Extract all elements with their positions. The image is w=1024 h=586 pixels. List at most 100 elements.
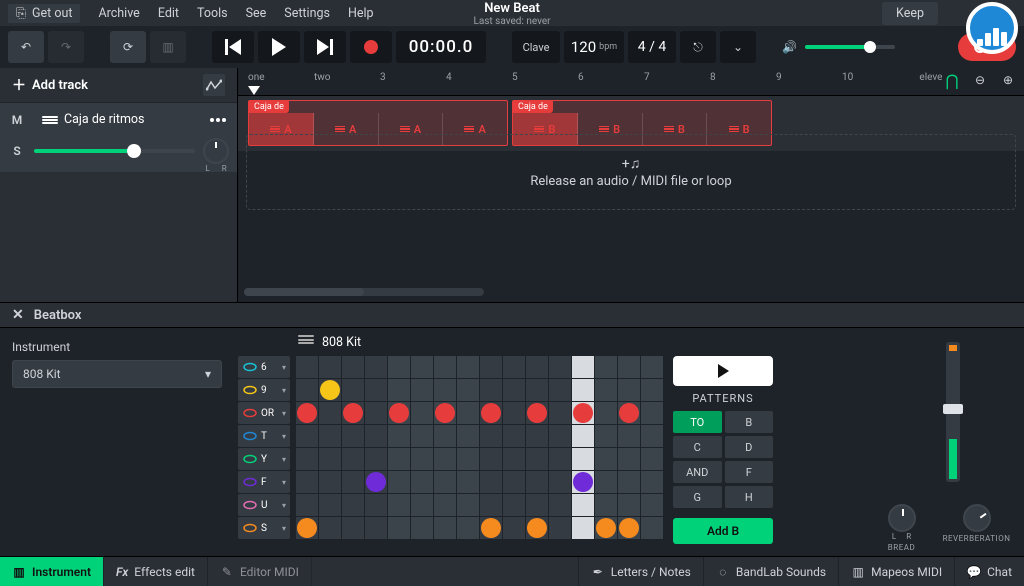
beat-cell[interactable] <box>526 448 548 470</box>
beat-cell[interactable] <box>342 356 364 378</box>
mute-button[interactable]: M <box>8 113 26 127</box>
beat-cell[interactable] <box>319 379 341 401</box>
tempo-tool-button[interactable]: ⎋ <box>680 31 716 63</box>
beat-cell[interactable] <box>342 517 364 539</box>
track-volume-slider[interactable] <box>34 149 195 153</box>
pattern-button[interactable]: TO <box>673 411 722 433</box>
beat-cell[interactable] <box>595 517 617 539</box>
beat-cell[interactable] <box>296 517 318 539</box>
tab-effects[interactable]: Fx Effects edit <box>104 557 208 586</box>
beat-cell[interactable] <box>549 402 571 424</box>
beat-cell[interactable] <box>503 517 525 539</box>
beat-cell[interactable] <box>618 402 640 424</box>
menu-item-edit[interactable]: Edit <box>158 6 179 21</box>
beat-cell[interactable] <box>526 356 548 378</box>
beat-cell[interactable] <box>411 471 433 493</box>
skip-back-button[interactable] <box>212 31 254 63</box>
beat-cell[interactable] <box>388 448 410 470</box>
beat-row-head[interactable]: T▾ <box>238 425 290 447</box>
beat-cell[interactable] <box>434 379 456 401</box>
beat-cell[interactable] <box>434 425 456 447</box>
beat-cell[interactable] <box>572 356 594 378</box>
dropzone[interactable]: +♫ Release an audio / MIDI file or loop <box>246 134 1016 210</box>
zoom-in-button[interactable]: ⊕ <box>998 70 1018 90</box>
beat-cell[interactable] <box>342 471 364 493</box>
beat-cell[interactable] <box>595 494 617 516</box>
beat-cell[interactable] <box>503 494 525 516</box>
beat-cell[interactable] <box>388 402 410 424</box>
beat-cell[interactable] <box>457 379 479 401</box>
midi-map-button[interactable]: ▥ Mapeos MIDI <box>838 557 954 586</box>
beat-cell[interactable] <box>595 356 617 378</box>
pattern-button[interactable]: D <box>725 436 774 458</box>
logo-icon[interactable] <box>966 2 1018 54</box>
beat-cell[interactable] <box>388 494 410 516</box>
beat-cell[interactable] <box>549 356 571 378</box>
beat-cell[interactable] <box>319 494 341 516</box>
snap-button[interactable]: ⋂ <box>942 70 962 90</box>
row-dropdown-icon[interactable]: ▾ <box>282 455 286 464</box>
timeline-hscroll[interactable] <box>244 288 484 296</box>
row-dropdown-icon[interactable]: ▾ <box>282 363 286 372</box>
metronome-button[interactable]: ▥ <box>150 31 186 63</box>
beat-cell[interactable] <box>388 425 410 447</box>
beat-cell[interactable] <box>480 425 502 447</box>
beat-cell[interactable] <box>641 448 663 470</box>
beat-cell[interactable] <box>342 494 364 516</box>
beat-cell[interactable] <box>319 402 341 424</box>
beat-cell[interactable] <box>411 494 433 516</box>
beat-cell[interactable] <box>572 471 594 493</box>
beat-cell[interactable] <box>365 379 387 401</box>
beat-cell[interactable] <box>365 494 387 516</box>
timesig-field[interactable]: 4 / 4 <box>628 31 676 63</box>
bl-sounds-button[interactable]: ◌ BandLab Sounds <box>703 557 838 586</box>
reverb-knob[interactable]: REVERBERATION <box>943 504 1011 552</box>
beat-row-head[interactable]: OR▾ <box>238 402 290 424</box>
tempo-dropdown[interactable]: ⌄ <box>720 31 756 63</box>
beat-row-head[interactable]: Y▾ <box>238 448 290 470</box>
beat-cell[interactable] <box>365 517 387 539</box>
beat-cell[interactable] <box>641 379 663 401</box>
add-track-button[interactable]: ＋ Add track <box>0 68 237 103</box>
track-header[interactable]: M Caja de ritmos <box>0 103 237 134</box>
beat-cell[interactable] <box>526 402 548 424</box>
playhead-icon[interactable] <box>248 86 260 95</box>
beat-cell[interactable] <box>480 517 502 539</box>
timecode-display[interactable]: 00:00.0 <box>396 31 486 63</box>
beat-cell[interactable] <box>549 379 571 401</box>
letters-notes-button[interactable]: ✒ Letters / Notes <box>578 557 703 586</box>
beat-cell[interactable] <box>503 425 525 447</box>
chat-button[interactable]: 💬 Chat <box>954 557 1024 586</box>
pattern-button[interactable]: H <box>725 486 774 508</box>
beat-cell[interactable] <box>618 425 640 447</box>
beat-cell[interactable] <box>296 379 318 401</box>
beat-cell[interactable] <box>319 356 341 378</box>
output-level-slider[interactable] <box>946 342 960 482</box>
beat-cell[interactable] <box>572 517 594 539</box>
beat-cell[interactable] <box>457 448 479 470</box>
beat-cell[interactable] <box>526 379 548 401</box>
beat-cell[interactable] <box>618 517 640 539</box>
redo-button[interactable]: ↷ <box>48 31 84 63</box>
menu-item-see[interactable]: See <box>246 6 267 21</box>
beat-cell[interactable] <box>365 425 387 447</box>
pattern-button[interactable]: B <box>725 411 774 433</box>
row-dropdown-icon[interactable]: ▾ <box>282 524 286 533</box>
menu-item-tools[interactable]: Tools <box>197 6 228 21</box>
solo-button[interactable]: S <box>8 144 26 158</box>
tab-instrument[interactable]: ▥ Instrument <box>0 557 104 586</box>
row-dropdown-icon[interactable]: ▾ <box>282 386 286 395</box>
beat-cell[interactable] <box>572 494 594 516</box>
row-dropdown-icon[interactable]: ▾ <box>282 409 286 418</box>
beat-cell[interactable] <box>365 448 387 470</box>
beat-cell[interactable] <box>342 448 364 470</box>
beat-cell[interactable] <box>503 356 525 378</box>
beat-cell[interactable] <box>641 425 663 447</box>
beat-cell[interactable] <box>549 517 571 539</box>
beat-cell[interactable] <box>411 517 433 539</box>
row-dropdown-icon[interactable]: ▾ <box>282 501 286 510</box>
beat-cell[interactable] <box>388 379 410 401</box>
beat-cell[interactable] <box>296 425 318 447</box>
beat-cell[interactable] <box>595 448 617 470</box>
beat-cell[interactable] <box>296 448 318 470</box>
